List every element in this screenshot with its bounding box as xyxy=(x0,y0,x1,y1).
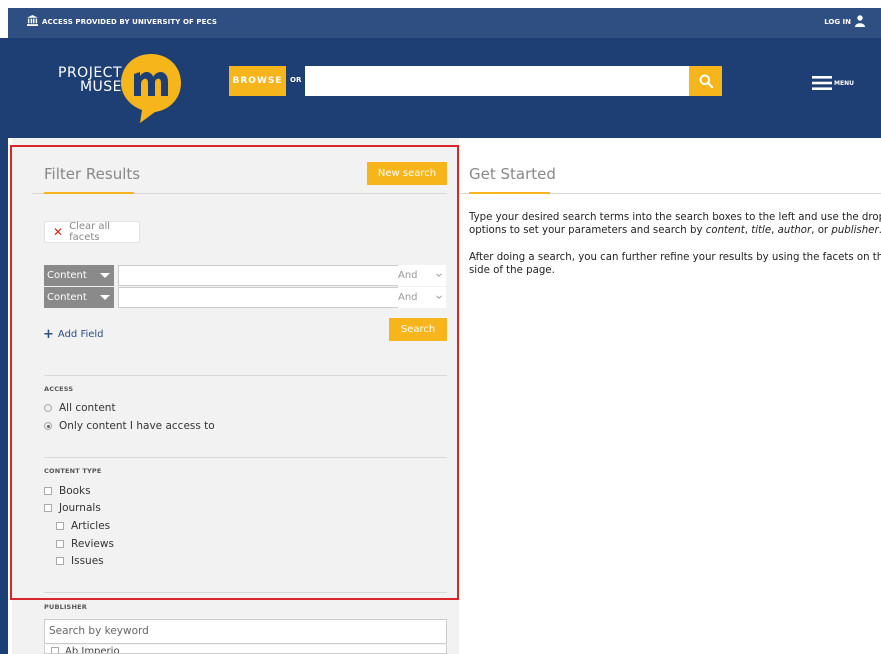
radio-button[interactable] xyxy=(44,404,52,412)
get-started-underline xyxy=(469,192,550,194)
global-search-button[interactable] xyxy=(689,66,722,96)
checkbox[interactable] xyxy=(56,557,64,565)
section-divider xyxy=(44,457,447,458)
login-link[interactable]: LOG IN xyxy=(824,18,851,26)
caret-down-icon xyxy=(100,273,110,278)
publisher-heading: PUBLISHER xyxy=(44,603,87,611)
filter-results-title: Filter Results xyxy=(44,165,141,183)
checkbox-reviews[interactable]: Reviews xyxy=(56,538,114,550)
add-field-label: Add Field xyxy=(57,329,104,340)
plus-icon: + xyxy=(43,327,54,342)
institution-icon xyxy=(27,15,38,26)
field-select-2[interactable]: Content xyxy=(44,287,114,308)
search-term-input-2[interactable] xyxy=(118,287,416,308)
filter-panel xyxy=(12,138,459,654)
left-edge-strip xyxy=(0,38,8,654)
checkbox-books-label: Books xyxy=(59,485,91,497)
gs-term-title: title xyxy=(751,225,772,236)
hamburger-menu-icon[interactable] xyxy=(812,75,832,91)
section-divider xyxy=(44,592,447,593)
logo-line-muse: MUSE xyxy=(79,79,122,95)
gs-sep: , or xyxy=(811,225,832,236)
section-divider xyxy=(44,375,447,376)
clear-all-facets-button[interactable]: ✕ Clear all facets xyxy=(44,221,140,243)
field-select-2-value: Content xyxy=(47,292,87,303)
publisher-search-input[interactable]: Search by keyword xyxy=(44,619,447,644)
get-started-para-2: After doing a search, you can further re… xyxy=(469,251,881,277)
boolean-select-2-value: And xyxy=(398,292,418,303)
access-heading: ACCESS xyxy=(44,385,74,393)
browse-button[interactable]: BROWSE xyxy=(229,66,286,96)
boolean-select-1-value: And xyxy=(398,270,418,281)
or-label: OR xyxy=(290,76,302,84)
menu-label[interactable]: MENU xyxy=(834,80,854,87)
search-icon xyxy=(699,74,713,88)
field-select-1-value: Content xyxy=(47,270,87,281)
chevron-down-icon xyxy=(436,273,442,277)
checkbox-issues[interactable]: Issues xyxy=(56,555,104,567)
close-icon: ✕ xyxy=(53,225,64,239)
search-row-1: Content And xyxy=(44,265,447,286)
top-bar: ACCESS PROVIDED BY UNIVERSITY OF PECS LO… xyxy=(8,8,881,38)
checkbox[interactable] xyxy=(44,487,52,495)
gs-para1-line1: Type your desired search terms into the … xyxy=(469,212,881,223)
checkbox-journals-label: Journals xyxy=(59,502,101,514)
field-select-1[interactable]: Content xyxy=(44,265,114,286)
boolean-select-1[interactable]: And xyxy=(398,265,446,286)
muse-logo-icon[interactable] xyxy=(120,52,182,124)
checkbox[interactable] xyxy=(56,522,64,530)
radio-only-accessible-label: Only content I have access to xyxy=(59,420,215,432)
project-muse-logo-text[interactable]: PROJECT MUSE xyxy=(42,66,122,94)
access-provided-text: ACCESS PROVIDED BY UNIVERSITY OF PECS xyxy=(42,18,218,26)
clear-facets-label: Clear all facets xyxy=(69,221,111,243)
site-header: PROJECT MUSE BROWSE OR MENU xyxy=(8,38,881,138)
publisher-item-label: Ab Imperio xyxy=(65,646,120,654)
gs-term-content: content xyxy=(705,225,745,236)
gs-para2-line2: side of the page. xyxy=(469,265,555,276)
new-search-button[interactable]: New search xyxy=(367,162,447,185)
chevron-down-icon xyxy=(436,295,442,299)
gs-term-author: author xyxy=(777,225,812,236)
gs-term-publisher: publisher xyxy=(831,225,879,236)
user-icon[interactable] xyxy=(855,15,865,27)
search-button[interactable]: Search xyxy=(389,318,447,341)
content-type-heading: CONTENT TYPE xyxy=(44,467,102,475)
checkbox[interactable] xyxy=(56,540,64,548)
checkbox[interactable] xyxy=(44,504,52,512)
gs-para2-line1: After doing a search, you can further re… xyxy=(469,252,881,263)
checkbox-issues-label: Issues xyxy=(71,555,104,567)
radio-only-accessible[interactable]: Only content I have access to xyxy=(44,420,215,432)
checkbox-articles[interactable]: Articles xyxy=(56,520,110,532)
search-row-2: Content And xyxy=(44,287,447,308)
checkbox-reviews-label: Reviews xyxy=(71,538,114,550)
publisher-list-item[interactable]: Ab Imperio xyxy=(44,645,447,654)
checkbox[interactable] xyxy=(51,647,59,653)
checkbox-books[interactable]: Books xyxy=(44,485,91,497)
search-term-input-1[interactable] xyxy=(118,265,416,286)
radio-all-content[interactable]: All content xyxy=(44,402,116,414)
boolean-select-2[interactable]: And xyxy=(398,287,446,308)
get-started-title: Get Started xyxy=(469,165,556,183)
radio-button-selected[interactable] xyxy=(44,422,52,430)
get-started-para-1: Type your desired search terms into the … xyxy=(469,211,881,237)
global-search-input[interactable] xyxy=(305,66,689,96)
checkbox-journals[interactable]: Journals xyxy=(44,502,101,514)
add-field-button[interactable]: + Add Field xyxy=(43,327,104,342)
gs-para1-line2-start: options to set your parameters and searc… xyxy=(469,225,706,236)
filter-title-underline xyxy=(44,192,134,194)
caret-down-icon xyxy=(100,295,110,300)
checkbox-articles-label: Articles xyxy=(71,520,111,532)
radio-all-content-label: All content xyxy=(59,402,116,414)
